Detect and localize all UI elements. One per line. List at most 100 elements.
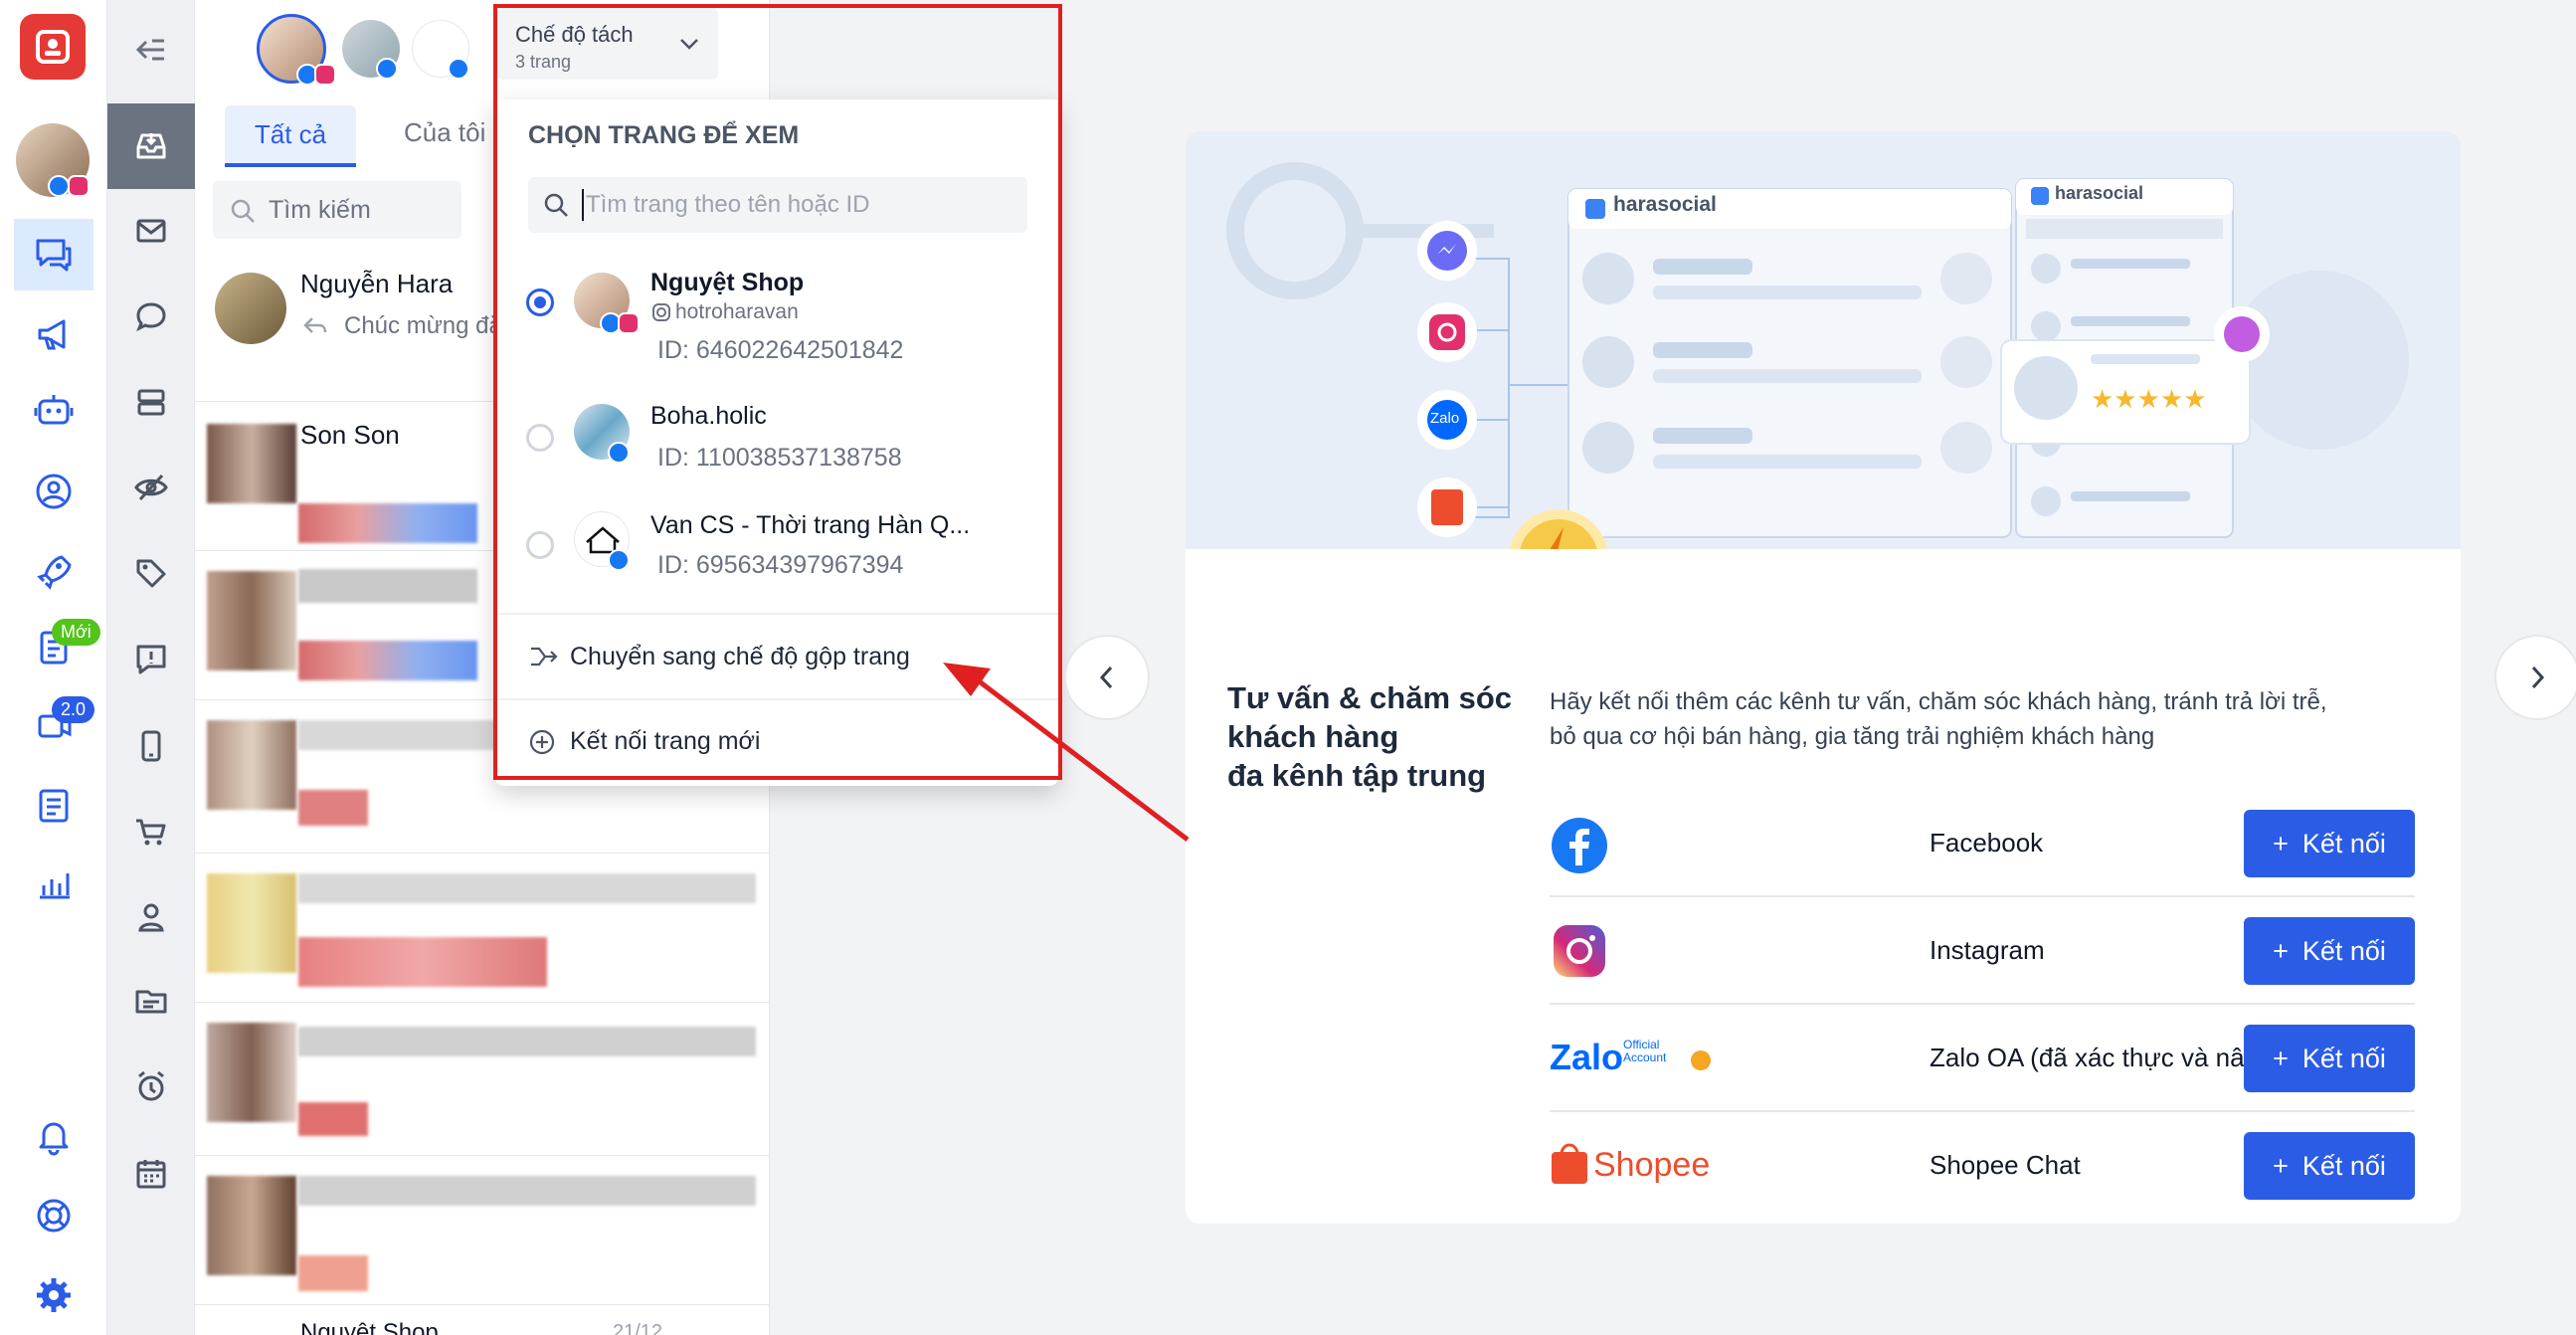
user-icon [138,903,164,932]
next-slide-button[interactable] [2494,635,2576,720]
connect-zalo-button[interactable]: + Kết nối [2244,1025,2415,1092]
page-handle: hotroharavan [675,300,799,323]
channel-row-shopee: Shopee Shopee Chat + Kết nối [1550,1112,2415,1220]
conversation-search[interactable]: Tìm kiếm [213,181,461,239]
channel-row-zalo: Zalo Official Account Zalo OA (đã xác th… [1550,1005,2415,1112]
connect-label: Kết nối [2301,1150,2386,1181]
feedback-filter[interactable] [107,619,195,698]
version-badge: 2.0 [52,696,95,723]
staff-filter[interactable] [107,877,195,957]
rail-reports[interactable] [14,848,93,919]
illustration-brand-small: harasocial [2055,183,2144,203]
shopee-logo-text: Shopee [1593,1146,1711,1184]
shopee-bag-icon [1552,1143,1587,1184]
calendar-icon [136,1160,166,1189]
inbox-button[interactable] [107,103,195,189]
blurred-avatar [207,720,296,810]
page-option-boha-holic[interactable]: Boha.holic ID: 110038537138758 [494,390,1059,489]
tab-mine[interactable]: Của tôi [404,117,485,148]
conversation-item[interactable] [195,854,770,1003]
cart-filter[interactable] [107,792,195,871]
blurred-tag [298,1255,368,1291]
server-icon [137,389,165,416]
calendar-filter[interactable] [107,1134,195,1214]
app-logo[interactable] [20,14,86,80]
cart-icon [136,819,166,846]
promo-description: Hãy kết nối thêm các kênh tư vấn, chăm s… [1550,684,2435,754]
page-name: Nguyệt Shop [650,269,805,296]
rail-support[interactable] [14,1180,93,1251]
phone-filter[interactable] [107,706,195,786]
conversation-preview: Chúc mừng đặ [344,312,502,339]
reminder-filter[interactable] [107,1047,195,1126]
page-search-placeholder: Tìm trang theo tên hoặc ID [586,191,870,218]
promo-heading-line: đa kênh tập trung [1227,758,1487,793]
plus-icon: + [2273,1043,2289,1073]
blurred-text [298,873,756,903]
instagram-badge-icon [618,312,640,334]
annotation-arrow [943,663,1190,842]
collapse-button[interactable] [107,10,195,90]
rail-growth[interactable] [14,535,93,607]
connect-instagram-button[interactable]: + Kết nối [2244,917,2415,985]
promo-description-line: bỏ qua cơ hội bán hàng, gia tăng trải ng… [1550,723,2155,750]
avatar [215,273,286,344]
channel-name: Facebook [1930,828,2044,858]
channel-row-instagram: Instagram + Kết nối [1550,897,2415,1005]
channel-promo-card: ★★★★★ harasocial harasocial Zalo Tư vấn … [1186,131,2461,1224]
main-rail: Mới 2.0 [0,0,107,1335]
dropdown-heading: CHỌN TRANG ĐỂ XEM [528,121,800,149]
comments-filter[interactable] [107,277,195,356]
plus-icon: + [2273,828,2289,858]
lifebuoy-icon [37,1199,71,1233]
page-option-nguyet-shop[interactable]: Nguyệt Shop hotroharavan ID: 64602264250… [494,259,1059,368]
comment-icon [136,302,166,332]
instagram-logo-icon [1554,925,1605,977]
folder-filter[interactable] [107,961,195,1041]
instagram-badge-icon [68,175,90,197]
page-radio[interactable] [526,531,554,559]
rail-orders[interactable] [14,770,93,842]
plus-icon: + [2273,935,2289,966]
promo-heading-line: Tư vấn & chăm sóc [1227,680,1513,715]
rail-notifications[interactable] [14,1100,93,1172]
page-radio[interactable] [526,424,554,452]
conversation-item[interactable]: Nguyệt Shop 21/12 [195,1305,770,1335]
gear-icon [37,1278,71,1312]
messages-filter[interactable] [107,191,195,271]
conversation-item[interactable] [195,1003,770,1156]
rail-bot[interactable] [14,374,93,446]
page-name: Boha.holic [650,402,767,430]
connect-facebook-button[interactable]: + Kết nối [2244,810,2415,877]
rail-chat[interactable] [14,219,93,290]
promo-heading-line: khách hàng [1227,719,1399,754]
bell-icon [39,1122,69,1156]
switch-mode-icon [531,647,558,667]
sub-sidebar [107,0,195,1335]
blurred-text [298,1027,756,1056]
tag-filter[interactable] [107,533,195,613]
rocket-icon [37,555,72,590]
page-mode-title: Chế độ tách [515,22,634,47]
page-radio[interactable] [526,288,554,316]
megaphone-icon [38,319,66,350]
conversation-item[interactable] [195,1156,770,1305]
instagram-icon [652,303,670,321]
search-icon [544,193,568,217]
rail-campaign[interactable] [14,298,93,370]
rail-customers[interactable] [14,456,93,527]
search-icon [231,199,255,223]
page-name: Van CS - Thời trang Hàn Q... [650,511,971,539]
page-option-van-cs[interactable]: Van CS - Thời trang Hàn Q... ID: 6956343… [494,497,1059,597]
tag-icon [136,559,166,588]
tab-all[interactable]: Tất cả [225,105,356,167]
user-circle-icon [36,474,72,509]
server-filter[interactable] [107,362,195,442]
rail-settings[interactable] [14,1259,93,1331]
blurred-avatar [207,1023,296,1122]
hidden-filter[interactable] [107,448,195,527]
page-search-input[interactable]: Tìm trang theo tên hoặc ID [528,177,1027,233]
connect-shopee-button[interactable]: + Kết nối [2244,1132,2415,1200]
facebook-badge-icon [608,442,630,464]
page-mode-selector[interactable]: Chế độ tách 3 trang [497,8,718,80]
